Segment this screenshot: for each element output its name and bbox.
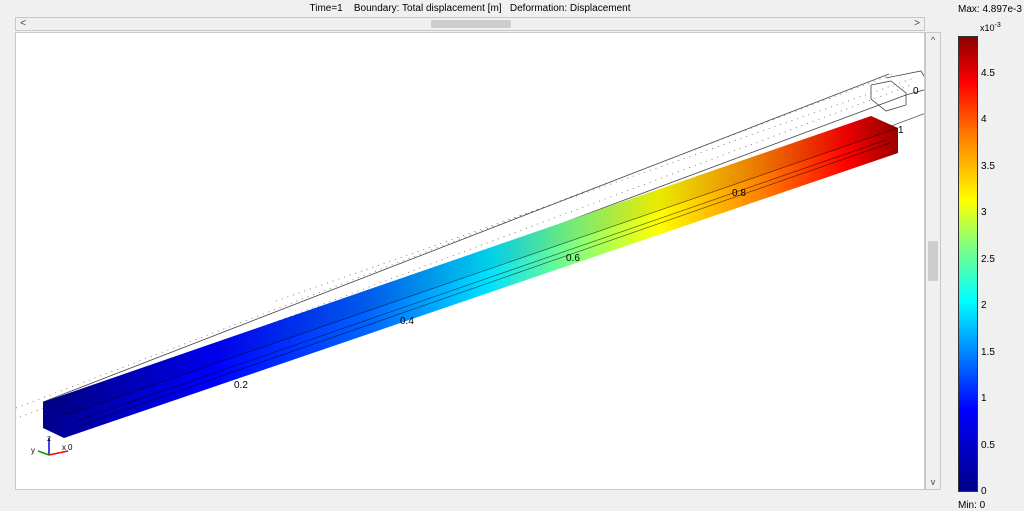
axis-tick-label: 0.6 — [566, 253, 580, 264]
axis-tick-label: 0.2 — [234, 380, 248, 391]
legend-exponent: x10-3 — [980, 22, 1001, 33]
flange-line-2 — [75, 139, 887, 422]
legend-tick: 0.5 — [981, 440, 995, 451]
legend-tick: 2.5 — [981, 254, 995, 265]
vertical-scroll-thumb[interactable] — [928, 241, 938, 281]
color-scale-bar — [958, 36, 978, 492]
triad-y-axis — [37, 450, 50, 456]
scroll-left-button[interactable]: < — [16, 18, 30, 30]
horizontal-scrollbar[interactable]: < > — [15, 17, 925, 31]
axis-tick-label: 0.8 — [732, 188, 746, 199]
legend-tick: 3.5 — [981, 161, 995, 172]
vertical-scrollbar[interactable]: ^ v — [925, 32, 941, 490]
dotted-edge-1 — [16, 72, 897, 409]
flange-line-1 — [65, 127, 899, 416]
plot-title: Time=1 Boundary: Total displacement [m] … — [0, 0, 940, 18]
triad-y-label: y — [31, 446, 35, 455]
legend-min-label: Min: 0 — [958, 500, 986, 511]
title-time: Time=1 — [309, 3, 343, 14]
legend-tick: 1.5 — [981, 347, 995, 358]
title-deformation: Deformation: Displacement — [509, 3, 631, 14]
horizontal-scroll-thumb[interactable] — [431, 20, 511, 28]
dotted-edge-3 — [275, 77, 915, 302]
legend-tick: 0 — [981, 486, 987, 497]
exponent-power: -3 — [994, 22, 1001, 29]
legend-tick: 1 — [981, 393, 987, 404]
graphics-window[interactable]: 0.2 0.4 0.6 0.8 1 0 z y x 0 — [15, 32, 925, 490]
legend-tick: 4 — [981, 114, 987, 125]
flange-line-3 — [80, 142, 891, 426]
exponent-base: x10 — [980, 23, 995, 33]
title-boundary: Boundary: Total displacement [m] — [353, 3, 502, 14]
displacement-plot: 0.2 0.4 0.6 0.8 1 0 z y x 0 — [16, 70, 924, 456]
legend-tick: 3 — [981, 207, 987, 218]
scroll-right-button[interactable]: > — [910, 18, 924, 30]
axis-tick-label: 0 — [913, 86, 919, 97]
triad-z-label: z — [47, 434, 51, 443]
triad-x-label: x — [62, 443, 66, 452]
beam-top-face — [43, 116, 898, 415]
legend-tick: 4.5 — [981, 68, 995, 79]
axis-tick-label: 0.4 — [400, 316, 414, 327]
wire-line-top — [42, 73, 890, 403]
triad-origin-label: 0 — [68, 443, 73, 452]
scroll-down-button[interactable]: v — [926, 475, 940, 489]
axis-triad-icon: z y x 0 — [31, 434, 73, 456]
scroll-up-button[interactable]: ^ — [926, 33, 940, 47]
axis-tick-label: 1 — [898, 125, 904, 136]
legend-tick: 2 — [981, 300, 987, 311]
legend-max-label: Max: 4.897e-3 — [958, 4, 1022, 15]
